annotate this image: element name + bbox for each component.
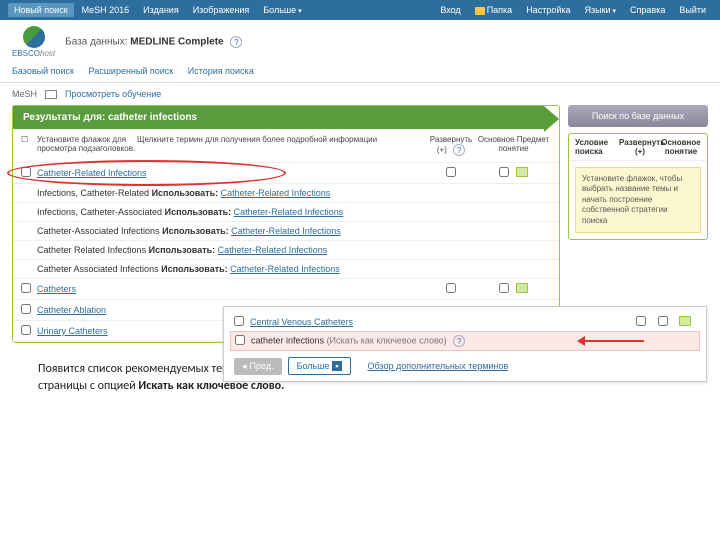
row-checkbox[interactable] bbox=[21, 304, 31, 314]
overlay-more-terms: Central Venous Catheters catheter infect… bbox=[223, 306, 707, 382]
overlay-row: Central Venous Catheters bbox=[230, 313, 700, 331]
prev-button[interactable]: ◂ Пред. bbox=[234, 358, 282, 375]
search-mode-tabs: Базовый поиск Расширенный поиск История … bbox=[0, 64, 720, 83]
mesh-bar: MeSH Просмотреть обучение bbox=[0, 83, 720, 105]
red-arrow-annotation bbox=[584, 340, 644, 342]
use-link[interactable]: Catheter-Related Infections bbox=[230, 264, 340, 274]
row-checkbox[interactable] bbox=[21, 167, 31, 177]
review-terms-link[interactable]: Обзор дополнительных терминов bbox=[367, 361, 508, 371]
tab-search-history[interactable]: История поиска bbox=[188, 66, 254, 76]
nav-folder[interactable]: Папка bbox=[469, 3, 519, 17]
top-navbar: Новый поиск MeSH 2016 Издания Изображени… bbox=[0, 0, 720, 20]
database-label: База данных: MEDLINE Complete ? bbox=[65, 36, 242, 48]
right-panel: Поиск по базе данных Условие поиска Разв… bbox=[568, 105, 708, 240]
scope-icon[interactable] bbox=[516, 283, 528, 293]
result-row: Catheter Related Infections Использовать… bbox=[13, 241, 559, 260]
logo-icon bbox=[23, 26, 45, 48]
scope-icon[interactable] bbox=[516, 167, 528, 177]
expand-checkbox[interactable] bbox=[446, 283, 456, 293]
header: EBSCOhost База данных: MEDLINE Complete … bbox=[0, 20, 720, 64]
term-link[interactable]: Catheter-Related Infections bbox=[37, 168, 147, 178]
row-checkbox[interactable] bbox=[235, 335, 245, 345]
nav-new-search[interactable]: Новый поиск bbox=[8, 3, 74, 17]
result-row: Infections, Catheter-Related Использоват… bbox=[13, 184, 559, 203]
tab-basic-search[interactable]: Базовый поиск bbox=[12, 66, 74, 76]
help-icon[interactable]: ? bbox=[453, 335, 465, 347]
row-checkbox[interactable] bbox=[21, 283, 31, 293]
term-link[interactable]: Catheter Ablation bbox=[37, 305, 106, 315]
term-link[interactable]: Catheters bbox=[37, 284, 76, 294]
result-row: Catheter Associated Infections Использов… bbox=[13, 260, 559, 279]
nav-exit[interactable]: Выйти bbox=[673, 3, 712, 17]
nav-mesh[interactable]: MeSH 2016 bbox=[76, 3, 136, 17]
nav-signin[interactable]: Вход bbox=[434, 3, 466, 17]
term-link[interactable]: Urinary Catheters bbox=[37, 326, 108, 336]
arrow-icon bbox=[544, 106, 559, 132]
nav-languages[interactable]: Языки bbox=[579, 3, 623, 17]
scope-icon[interactable] bbox=[679, 316, 691, 326]
criteria-box: Условие поиска Развернуть (+) Основное п… bbox=[568, 133, 708, 240]
next-button[interactable]: Больше ▸ bbox=[288, 357, 352, 375]
result-row: Catheter-Related Infections bbox=[13, 163, 559, 184]
use-link[interactable]: Catheter-Related Infections bbox=[231, 226, 341, 236]
tab-advanced-search[interactable]: Расширенный поиск bbox=[88, 66, 173, 76]
row-checkbox[interactable] bbox=[234, 316, 244, 326]
help-icon[interactable]: ? bbox=[230, 36, 242, 48]
nav-publications[interactable]: Издания bbox=[137, 3, 185, 17]
tutorial-icon bbox=[45, 90, 57, 99]
nav-settings[interactable]: Настройка bbox=[520, 3, 576, 17]
major-checkbox[interactable] bbox=[499, 167, 509, 177]
result-row: Catheter-Associated Infections Использов… bbox=[13, 222, 559, 241]
help-icon[interactable]: ? bbox=[453, 144, 465, 156]
use-link[interactable]: Catheter-Related Infections bbox=[221, 188, 331, 198]
nav-more[interactable]: Больше bbox=[257, 3, 307, 17]
row-checkbox[interactable] bbox=[21, 325, 31, 335]
tip-box: Установите флажок, чтобы выбрать названи… bbox=[575, 167, 701, 233]
term-link[interactable]: Central Venous Catheters bbox=[250, 317, 353, 327]
column-headers: ☐ Установите флажок для просмотра подзаг… bbox=[13, 129, 559, 163]
expand-checkbox[interactable] bbox=[446, 167, 456, 177]
keyword-row: catheter infections (Искать как ключевое… bbox=[230, 331, 700, 351]
tutorial-link[interactable]: Просмотреть обучение bbox=[65, 89, 161, 99]
nav-help[interactable]: Справка bbox=[624, 3, 671, 17]
search-database-button[interactable]: Поиск по базе данных bbox=[568, 105, 708, 127]
ebsco-logo: EBSCOhost bbox=[12, 26, 55, 58]
result-row: Infections, Catheter-Associated Использо… bbox=[13, 203, 559, 222]
results-header: Результаты для: catheter infections bbox=[13, 106, 559, 129]
pager: ◂ Пред. Больше ▸ Обзор дополнительных те… bbox=[230, 351, 700, 375]
result-row: Catheters bbox=[13, 279, 559, 300]
major-checkbox[interactable] bbox=[658, 316, 668, 326]
folder-icon bbox=[475, 7, 485, 15]
major-checkbox[interactable] bbox=[499, 283, 509, 293]
expand-checkbox[interactable] bbox=[636, 316, 646, 326]
results-panel: Результаты для: catheter infections ☐ Ус… bbox=[12, 105, 560, 343]
nav-images[interactable]: Изображения bbox=[187, 3, 256, 17]
use-link[interactable]: Catheter-Related Infections bbox=[218, 245, 328, 255]
mesh-label: MeSH bbox=[12, 89, 37, 99]
use-link[interactable]: Catheter-Related Infections bbox=[234, 207, 344, 217]
